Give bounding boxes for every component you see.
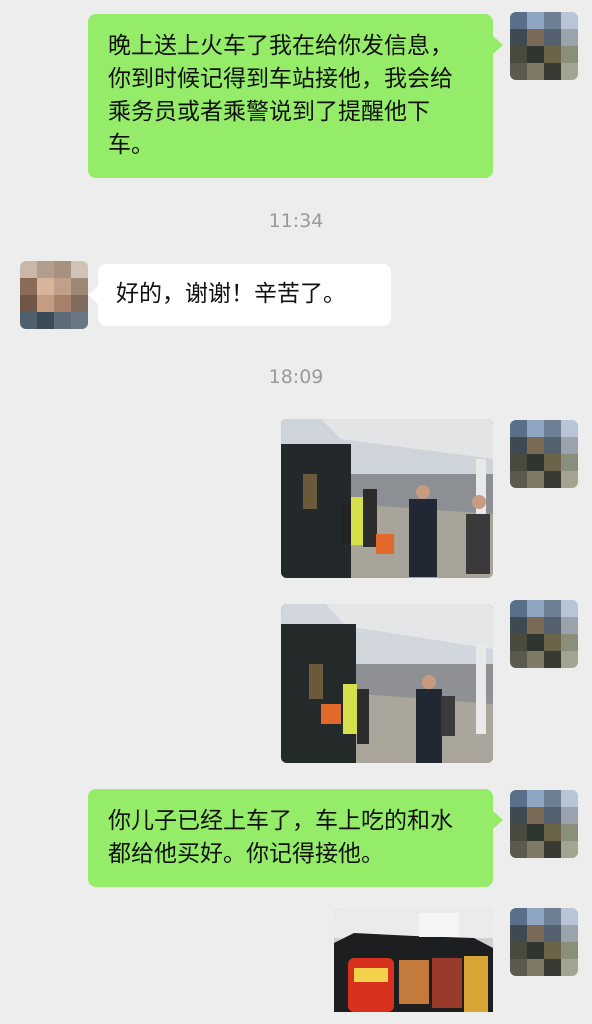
my-avatar[interactable] — [510, 790, 578, 858]
timestamp: 11:34 — [268, 210, 324, 232]
bubble-tail — [493, 36, 503, 54]
my-avatar[interactable] — [510, 908, 578, 976]
food-bag-photo[interactable] — [334, 908, 493, 1012]
message-text: 晚上送上火车了我在给你发信息，你到时候记得到车站接他，我会给乘务员或者乘警说到了… — [108, 33, 453, 158]
my-avatar[interactable] — [510, 600, 578, 668]
my-avatar[interactable] — [510, 12, 578, 80]
train-platform-photo[interactable] — [281, 419, 493, 578]
message-bubble-received[interactable]: 好的，谢谢！辛苦了。 — [88, 264, 391, 326]
my-avatar[interactable] — [510, 420, 578, 488]
train-platform-photo[interactable] — [281, 604, 493, 763]
bubble-tail — [88, 286, 98, 304]
message-text: 你儿子已经上车了，车上吃的和水都给他买好。你记得接他。 — [108, 808, 453, 867]
contact-avatar[interactable] — [20, 261, 88, 329]
message-text: 好的，谢谢！辛苦了。 — [116, 281, 346, 307]
photo-image — [334, 908, 493, 1012]
bubble-tail — [493, 811, 503, 829]
message-bubble-sent[interactable]: 晚上送上火车了我在给你发信息，你到时候记得到车站接他，我会给乘务员或者乘警说到了… — [88, 14, 503, 178]
photo-image — [281, 419, 493, 578]
message-bubble-sent[interactable]: 你儿子已经上车了，车上吃的和水都给他买好。你记得接他。 — [88, 789, 503, 887]
timestamp: 18:09 — [268, 366, 324, 388]
photo-image — [281, 604, 493, 763]
